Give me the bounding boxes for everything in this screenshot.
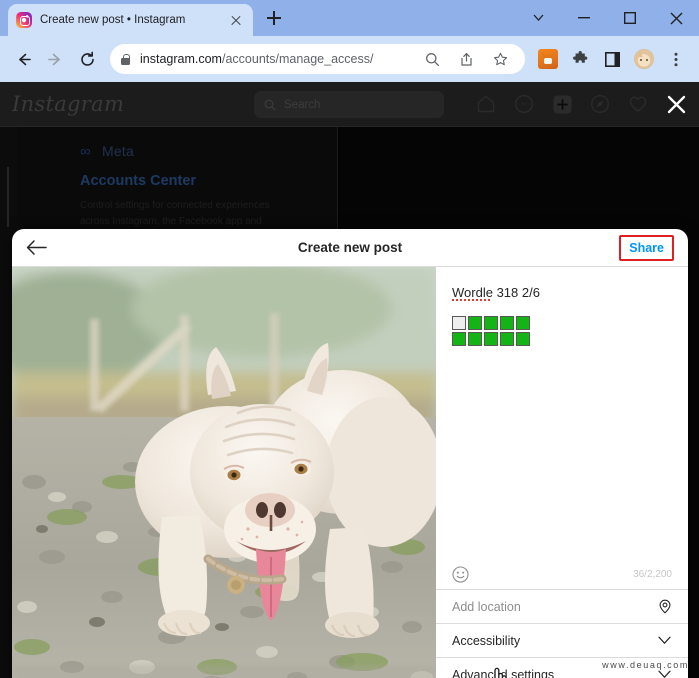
wordle-square [452,316,466,330]
browser-tab[interactable]: Create new post • Instagram [8,4,253,36]
close-overlay-icon[interactable] [665,93,687,115]
wordle-row-1 [452,316,672,330]
search-placeholder: Search [284,98,321,111]
wordle-square [516,332,530,346]
modal-title: Create new post [297,240,403,255]
messenger-icon[interactable] [513,93,535,115]
url-path: /accounts/manage_access/ [221,52,374,66]
wordle-row-2 [452,332,672,346]
browser-toolbar: instagram.com/accounts/manage_access/ [0,36,699,82]
instagram-page: Instagram Search ∞ Meta Accounts Center … [0,82,699,678]
metamask-fox-icon[interactable] [533,44,563,74]
modal-body: Wordle 318 2/6 36/2,200 Add location Acc… [12,267,688,678]
reload-icon[interactable] [72,44,102,74]
window-controls [515,0,699,36]
instagram-logo[interactable]: Instagram [12,92,124,116]
wordle-square [468,316,482,330]
close-button[interactable] [653,0,699,36]
side-panel-icon[interactable] [597,44,627,74]
back-arrow-icon[interactable] [8,44,38,74]
omnibox-icons [417,44,515,74]
dog-photo-illustration [12,267,436,678]
wordle-square [468,332,482,346]
caption-rest-text: 318 2/6 [492,285,540,300]
wordle-square [484,332,498,346]
accessibility-label: Accessibility [452,633,521,648]
accessibility-row[interactable]: Accessibility [436,624,688,658]
wordle-square [500,316,514,330]
share-icon[interactable] [451,44,481,74]
forward-arrow-icon[interactable] [40,44,70,74]
instagram-nav [475,93,687,115]
wordle-square [452,332,466,346]
caption-panel: Wordle 318 2/6 36/2,200 Add location Acc… [436,267,688,678]
instagram-header: Instagram Search [0,82,699,127]
character-counter: 36/2,200 [633,569,672,580]
chevron-down-icon [657,633,672,648]
meta-brand-row: ∞ Meta [80,143,323,159]
wordle-square [500,332,514,346]
add-location-row[interactable]: Add location [436,590,688,624]
home-icon[interactable] [475,93,497,115]
wordle-square [484,316,498,330]
caption-input[interactable]: Wordle 318 2/6 [436,267,688,560]
wordle-emoji-grid [452,316,672,346]
caption-footer: 36/2,200 [436,560,688,590]
url-domain: instagram.com [140,52,222,66]
profile-avatar[interactable] [629,44,659,74]
address-bar-url: instagram.com/accounts/manage_access/ [140,52,373,66]
new-tab-button[interactable] [262,6,286,30]
address-bar[interactable]: instagram.com/accounts/manage_access/ [110,44,525,74]
browser-titlebar: Create new post • Instagram [0,0,699,36]
caption-misspelled-word: Wordle [452,285,493,300]
search-input[interactable]: Search [254,91,444,118]
modal-back-arrow-icon[interactable] [26,237,48,259]
watermark: www.deuaq.com [602,660,689,670]
advanced-settings-label: Advanced settings [452,667,555,678]
meta-infinity-icon: ∞ [80,142,91,160]
extensions-puzzle-icon[interactable] [565,44,595,74]
lock-icon [120,53,131,66]
meta-brand-label: Meta [102,143,134,159]
caption-text: Wordle 318 2/6 [452,285,672,300]
new-post-icon[interactable] [551,93,573,115]
post-photo [12,267,436,678]
emoji-smiley-icon[interactable] [452,566,469,583]
wordle-square [516,316,530,330]
instagram-favicon [16,12,32,28]
tab-close-icon[interactable] [227,11,245,29]
maximize-button[interactable] [607,0,653,36]
browser-window: Create new post • Instagram instagram.co… [0,0,699,678]
zoom-icon[interactable] [417,44,447,74]
chrome-menu-icon[interactable] [661,44,691,74]
minimize-button[interactable] [561,0,607,36]
explore-compass-icon[interactable] [589,93,611,115]
tab-title: Create new post • Instagram [40,14,186,26]
bookmark-star-icon[interactable] [485,44,515,74]
modal-header: Create new post Share [12,229,688,267]
accounts-center-title[interactable]: Accounts Center [80,173,323,189]
share-button-highlight: Share [619,234,674,261]
tab-search-button[interactable] [515,0,561,36]
add-location-label: Add location [452,599,521,614]
share-button[interactable]: Share [629,241,664,255]
activity-heart-icon[interactable] [627,93,649,115]
create-post-modal: Create new post Share Wordle 318 2/6 36/… [12,229,688,678]
location-pin-icon [657,599,672,614]
search-icon [264,99,276,110]
